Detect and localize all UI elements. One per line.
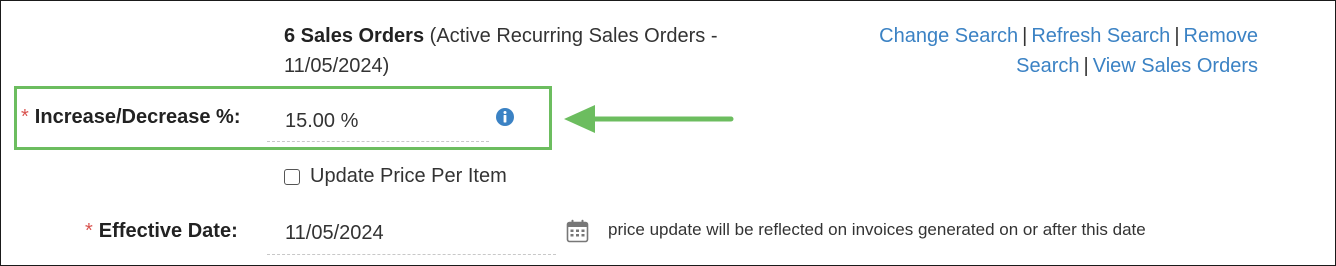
update-price-per-item-checkbox[interactable] (284, 168, 300, 185)
link-separator: | (1083, 55, 1089, 77)
increase-decrease-input[interactable] (267, 102, 489, 142)
arrow-left-icon (564, 105, 734, 133)
effective-date-label-text: Effective Date: (98, 220, 238, 242)
search-links: Change Search | Refresh Search | Remove Sear… (838, 21, 1258, 81)
increase-decrease-label: * Increase/Decrease %: (21, 106, 241, 129)
refresh-search-link[interactable]: Refresh Search (1031, 25, 1170, 47)
view-sales-orders-link[interactable]: View Sales Orders (1093, 55, 1258, 77)
required-marker: * (21, 106, 29, 128)
link-separator: | (1174, 25, 1180, 47)
info-icon[interactable] (495, 107, 515, 127)
required-marker: * (85, 220, 93, 242)
panel-frame: 6 Sales Orders (Active Recurring Sales O… (0, 0, 1336, 266)
update-price-per-item-label: Update Price Per Item (310, 165, 507, 187)
link-separator: | (1022, 25, 1028, 47)
calendar-icon[interactable] (566, 219, 589, 243)
effective-date-label: * Effective Date: (85, 220, 238, 243)
change-search-link[interactable]: Change Search (879, 25, 1018, 47)
sales-order-count: 6 Sales Orders (284, 25, 425, 47)
increase-decrease-label-text: Increase/Decrease %: (34, 106, 241, 128)
effective-date-input[interactable] (267, 213, 556, 255)
update-price-per-item-option[interactable]: Update Price Per Item (284, 165, 507, 188)
search-summary: 6 Sales Orders (Active Recurring Sales O… (284, 21, 754, 81)
effective-date-note: price update will be reflected on invoic… (608, 220, 1146, 239)
